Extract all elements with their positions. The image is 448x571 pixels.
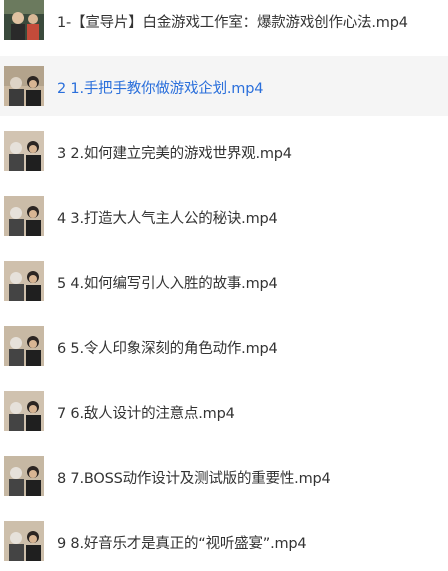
video-thumbnail-icon (4, 0, 44, 40)
video-thumbnail-icon (4, 196, 44, 236)
playlist-item-title: 2 1.手把手教你做游戏企划.mp4 (57, 81, 264, 97)
video-thumbnail-icon (4, 261, 44, 301)
video-thumbnail-icon (4, 326, 44, 366)
video-thumbnail-icon (4, 521, 44, 561)
video-thumbnail-icon (4, 456, 44, 496)
playlist-item-title: 3 2.如何建立完美的游戏世界观.mp4 (57, 146, 292, 162)
playlist-item-title: 9 8.好音乐才是真正的“视听盛宴”.mp4 (57, 536, 307, 552)
playlist-item-active[interactable]: 2 1.手把手教你做游戏企划.mp4 (0, 56, 448, 116)
video-thumbnail-icon (4, 66, 44, 106)
playlist-item[interactable]: 8 7.BOSS动作设计及测试版的重要性.mp4 (0, 446, 448, 506)
playlist-item[interactable]: 5 4.如何编写引人入胜的故事.mp4 (0, 251, 448, 311)
video-playlist: 1-【宣导片】白金游戏工作室：爆款游戏创作心法.mp4 2 1.手把手教你做游戏… (0, 0, 448, 561)
playlist-item[interactable]: 1-【宣导片】白金游戏工作室：爆款游戏创作心法.mp4 (0, 0, 448, 50)
video-thumbnail-icon (4, 131, 44, 171)
playlist-item[interactable]: 3 2.如何建立完美的游戏世界观.mp4 (0, 121, 448, 181)
playlist-item[interactable]: 7 6.敌人设计的注意点.mp4 (0, 381, 448, 441)
playlist-item-title: 7 6.敌人设计的注意点.mp4 (57, 406, 235, 422)
playlist-item-title: 6 5.令人印象深刻的角色动作.mp4 (57, 341, 278, 357)
playlist-item-title: 8 7.BOSS动作设计及测试版的重要性.mp4 (57, 471, 331, 487)
playlist-item[interactable]: 4 3.打造大人气主人公的秘诀.mp4 (0, 186, 448, 246)
playlist-item-title: 5 4.如何编写引人入胜的故事.mp4 (57, 276, 278, 292)
video-thumbnail-icon (4, 391, 44, 431)
playlist-item[interactable]: 6 5.令人印象深刻的角色动作.mp4 (0, 316, 448, 376)
playlist-item-title: 1-【宣导片】白金游戏工作室：爆款游戏创作心法.mp4 (57, 15, 408, 31)
playlist-item[interactable]: 9 8.好音乐才是真正的“视听盛宴”.mp4 (0, 511, 448, 571)
playlist-item-title: 4 3.打造大人气主人公的秘诀.mp4 (57, 211, 278, 227)
